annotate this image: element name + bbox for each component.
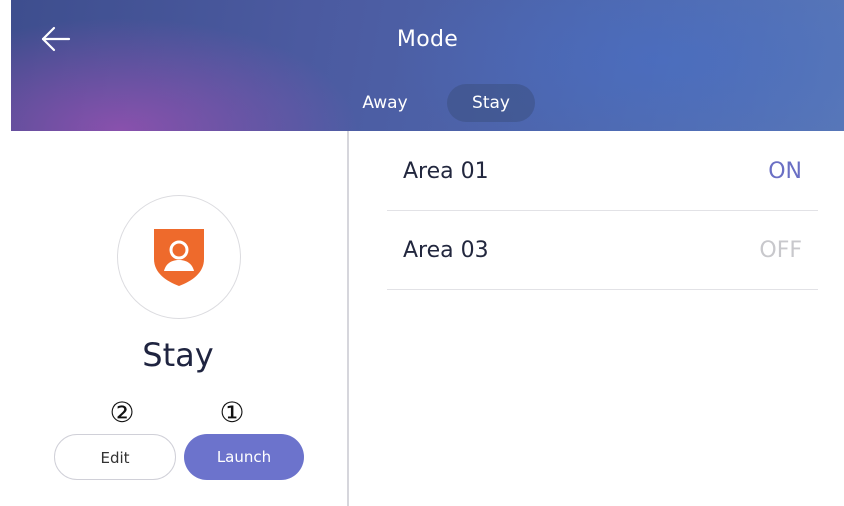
mode-icon-circle [117,195,241,319]
edit-button[interactable]: Edit [54,434,176,480]
tab-stay[interactable]: Stay [447,84,535,122]
shield-user-icon [154,229,204,286]
callout-marker-launch: ① [219,396,245,429]
panel-divider [347,131,349,506]
area-name: Area 01 [403,159,489,184]
header-bar: Mode Away Stay [11,0,844,131]
area-status: OFF [759,238,802,263]
callout-marker-edit: ② [109,396,135,429]
area-row[interactable]: Area 03 OFF [387,210,818,290]
tab-away[interactable]: Away [347,84,423,122]
page-title: Mode [396,27,459,52]
mode-name: Stay [142,336,214,374]
area-name: Area 03 [403,238,489,263]
area-row[interactable]: Area 01 ON [387,131,818,211]
area-status: ON [768,159,802,184]
launch-button[interactable]: Launch [184,434,304,480]
